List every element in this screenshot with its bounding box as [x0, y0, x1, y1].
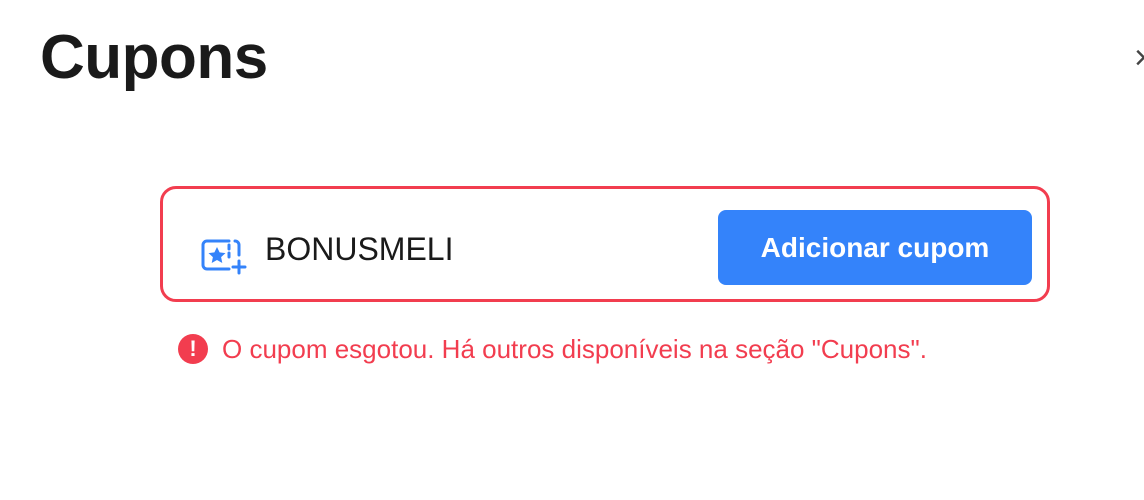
page-title: Cupons [40, 23, 268, 92]
close-icon[interactable]: × [1134, 36, 1144, 80]
coupons-modal: Cupons × Adicionar cupom ! O cupom esgot… [0, 0, 1144, 500]
coupon-add-icon [201, 239, 247, 275]
error-text: O cupom esgotou. Há outros disponíveis n… [222, 333, 927, 364]
error-message: ! O cupom esgotou. Há outros disponíveis… [178, 332, 927, 366]
add-coupon-button[interactable]: Adicionar cupom [718, 210, 1032, 285]
error-icon: ! [178, 334, 208, 364]
coupon-input-container: Adicionar cupom [160, 186, 1050, 302]
coupon-code-input[interactable] [265, 229, 685, 269]
